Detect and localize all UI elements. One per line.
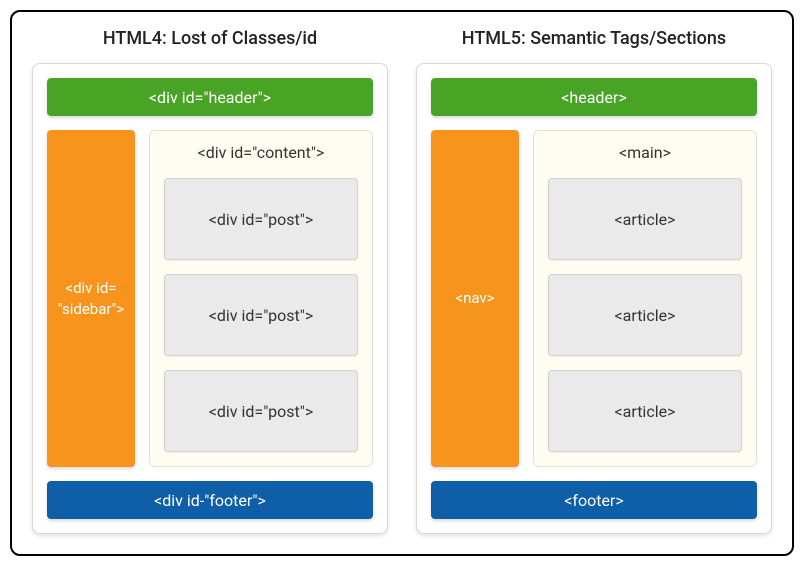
html4-content-block: <div id="content"> <div id="post"> <div …	[149, 130, 373, 467]
html5-main-block: <main> <article> <article> <article>	[533, 130, 757, 467]
left-panel: <div id="header"> <div id= "sidebar"> <d…	[32, 63, 388, 534]
left-column: HTML4: Lost of Classes/id <div id="heade…	[32, 28, 388, 534]
left-title: HTML4: Lost of Classes/id	[32, 28, 388, 49]
html4-post-block: <div id="post">	[164, 370, 358, 452]
html5-article-block: <article>	[548, 178, 742, 260]
html4-footer-block: <div id-"footer">	[47, 481, 373, 519]
left-middle-row: <div id= "sidebar"> <div id="content"> <…	[47, 130, 373, 467]
right-column: HTML5: Semantic Tags/Sections <header> <…	[416, 28, 772, 534]
html4-sidebar-block: <div id= "sidebar">	[47, 130, 135, 467]
right-panel: <header> <nav> <main> <article> <article…	[416, 63, 772, 534]
right-middle-row: <nav> <main> <article> <article> <articl…	[431, 130, 757, 467]
html4-post-block: <div id="post">	[164, 178, 358, 260]
html4-content-label: <div id="content">	[164, 143, 358, 162]
diagram-frame: HTML4: Lost of Classes/id <div id="heade…	[10, 10, 794, 556]
html4-header-block: <div id="header">	[47, 78, 373, 116]
html5-nav-block: <nav>	[431, 130, 519, 467]
html5-article-block: <article>	[548, 370, 742, 452]
html5-main-label: <main>	[548, 143, 742, 162]
html5-article-block: <article>	[548, 274, 742, 356]
html5-header-block: <header>	[431, 78, 757, 116]
html5-footer-block: <footer>	[431, 481, 757, 519]
html4-post-block: <div id="post">	[164, 274, 358, 356]
right-title: HTML5: Semantic Tags/Sections	[416, 28, 772, 49]
